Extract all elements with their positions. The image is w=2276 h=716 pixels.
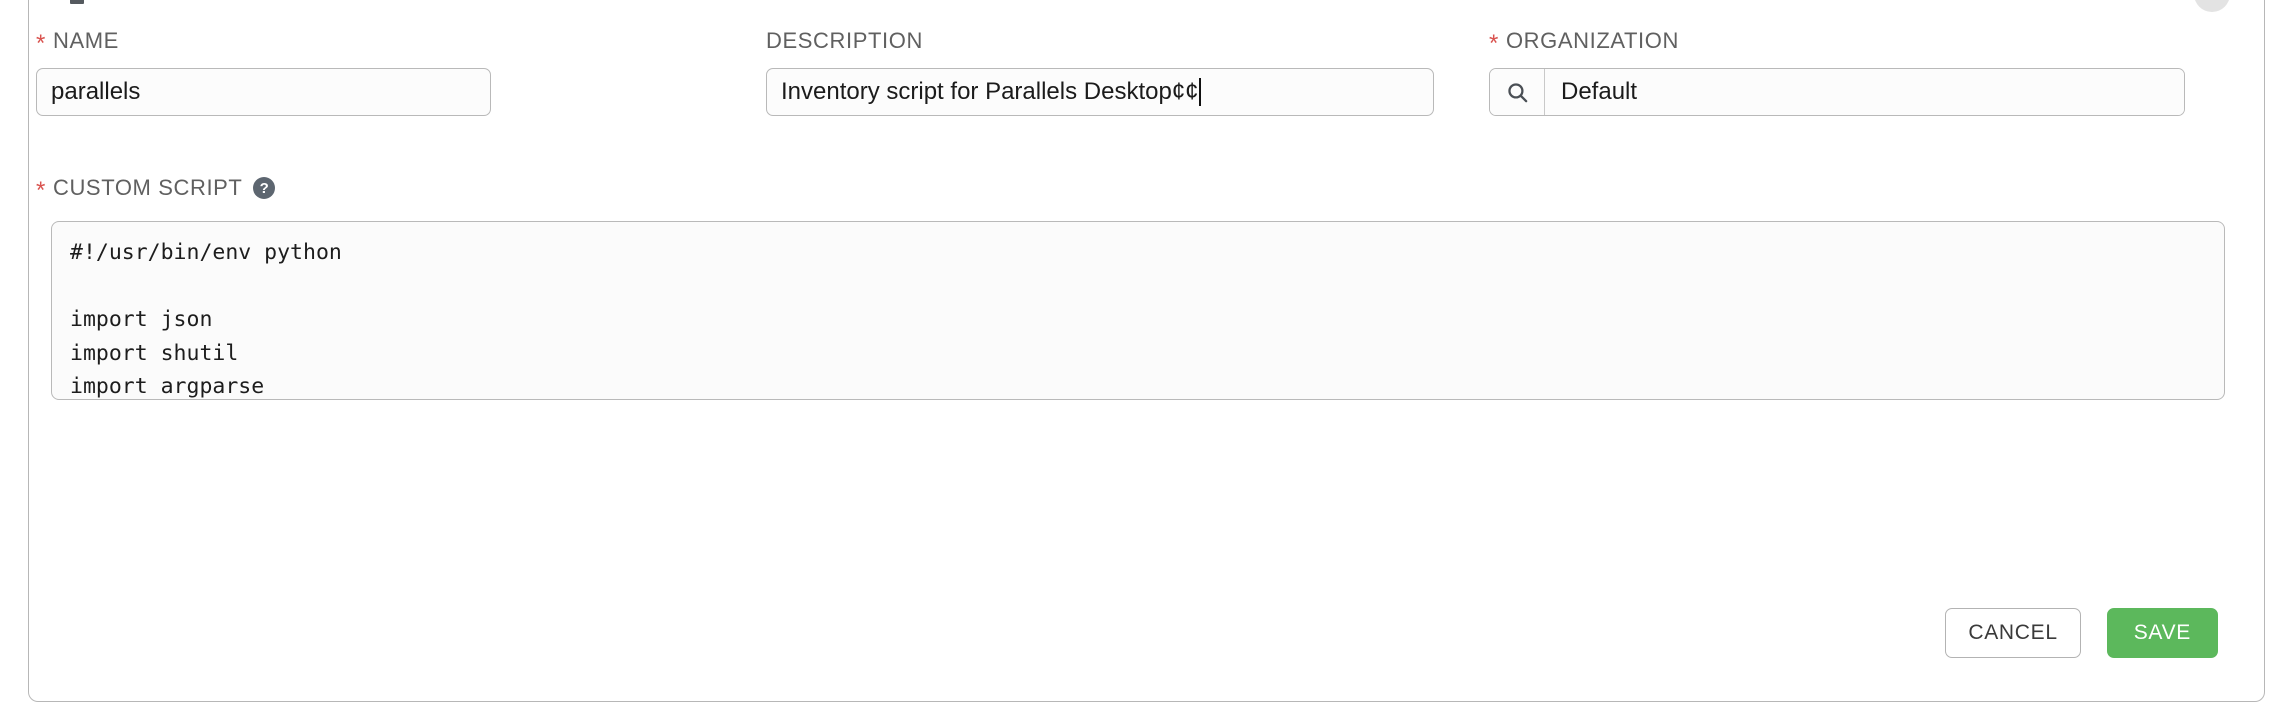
description-label: DESCRIPTION <box>766 28 1434 54</box>
organization-value[interactable]: Default <box>1545 69 2184 115</box>
question-mark-icon[interactable]: ? <box>253 177 276 199</box>
name-label-text: NAME <box>52 28 119 53</box>
description-field-group: DESCRIPTION <box>766 28 1434 116</box>
custom-script-editor[interactable]: #!/usr/bin/env python import json import… <box>51 221 2225 400</box>
organization-field-group: * ORGANIZATION Default <box>1489 28 2185 116</box>
description-input[interactable] <box>766 68 1434 116</box>
text-cursor <box>1198 78 1201 106</box>
custom-script-label-text: CUSTOM SCRIPT <box>52 175 243 200</box>
name-field-group: * NAME <box>36 28 491 116</box>
name-input[interactable] <box>36 68 491 116</box>
form-actions: CANCEL SAVE <box>1945 608 2218 658</box>
required-marker-custom-script: * <box>36 177 46 204</box>
clipped-tab-indicator <box>70 0 84 4</box>
name-input-wrap <box>36 68 491 116</box>
search-icon[interactable] <box>1490 69 1545 115</box>
save-button[interactable]: SAVE <box>2106 608 2218 658</box>
cancel-button[interactable]: CANCEL <box>1945 608 2081 658</box>
custom-script-label-group: * CUSTOM SCRIPT ? <box>36 175 276 204</box>
inventory-script-form-page: * NAME DESCRIPTION * ORGANIZATION <box>0 0 2276 716</box>
custom-script-label: * CUSTOM SCRIPT ? <box>36 175 276 204</box>
required-marker-name: * <box>36 30 46 57</box>
custom-script-content: #!/usr/bin/env python import json import… <box>70 240 342 399</box>
name-label: * NAME <box>36 28 491 57</box>
description-input-wrap <box>766 68 1434 116</box>
description-label-text: DESCRIPTION <box>766 28 923 53</box>
required-marker-organization: * <box>1489 30 1499 57</box>
organization-lookup[interactable]: Default <box>1489 68 2185 116</box>
organization-label: * ORGANIZATION <box>1489 28 2185 57</box>
organization-label-text: ORGANIZATION <box>1505 28 1679 53</box>
